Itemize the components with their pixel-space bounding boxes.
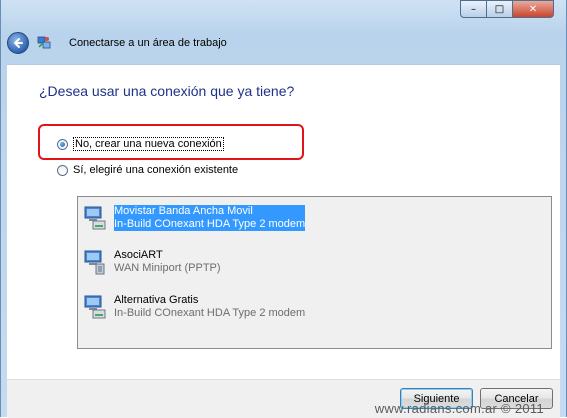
wizard-header: Conectarse a un área de trabajo: [1, 24, 567, 64]
window-title: Conectarse a un área de trabajo: [69, 37, 227, 49]
modem-connection-icon: [84, 295, 106, 319]
connection-item[interactable]: AsociART WAN Miniport (PPTP): [83, 249, 221, 275]
maximize-button[interactable]: □: [486, 0, 512, 18]
page-question: ¿Desea usar una conexión que ya tiene?: [39, 83, 295, 99]
close-button[interactable]: ✕: [512, 0, 554, 18]
caption-buttons: – □ ✕: [460, 0, 554, 18]
option-existing-connection-label: Sí, elegiré una conexión existente: [73, 164, 239, 176]
connection-name: Alternativa Gratis: [114, 294, 199, 306]
close-icon: ✕: [528, 3, 538, 15]
connection-device: WAN Miniport (PPTP): [114, 262, 221, 274]
minimize-icon: –: [471, 3, 476, 15]
back-arrow-icon: [13, 38, 23, 48]
connection-device: In-Build COnexant HDA Type 2 modem: [114, 307, 306, 319]
modem-connection-icon: [84, 206, 106, 230]
option-new-connection-label: No, crear una nueva conexión: [73, 137, 224, 151]
wizard-content: ¿Desea usar una conexión que ya tiene? N…: [7, 64, 560, 380]
connections-list[interactable]: Movistar Banda Ancha Movil In-Build COne…: [77, 196, 552, 349]
radio-existing-connection[interactable]: [57, 164, 68, 176]
connection-device: In-Build COnexant HDA Type 2 modem: [114, 218, 306, 231]
connection-item[interactable]: Movistar Banda Ancha Movil In-Build COne…: [83, 205, 306, 231]
wizard-footer: Siguiente Cancelar www.radians.com.ar © …: [7, 379, 560, 418]
radio-new-connection[interactable]: [57, 138, 68, 150]
option-new-connection[interactable]: No, crear una nueva conexión: [57, 137, 224, 151]
window-frame: – □ ✕ Conectarse a un área de trabajo ¿D…: [0, 0, 567, 418]
back-button[interactable]: [7, 32, 29, 54]
connection-item[interactable]: Alternativa Gratis In-Build COnexant HDA…: [83, 294, 305, 320]
network-wizard-icon: [37, 36, 51, 49]
vpn-connection-icon: [84, 250, 105, 275]
option-existing-connection[interactable]: Sí, elegiré una conexión existente: [57, 164, 238, 176]
connection-name: AsociART: [114, 249, 163, 261]
maximize-icon: □: [494, 3, 505, 15]
watermark: www.radians.com.ar © 2011: [374, 401, 544, 416]
minimize-button[interactable]: –: [460, 0, 486, 18]
connection-name: Movistar Banda Ancha Movil: [114, 205, 306, 218]
